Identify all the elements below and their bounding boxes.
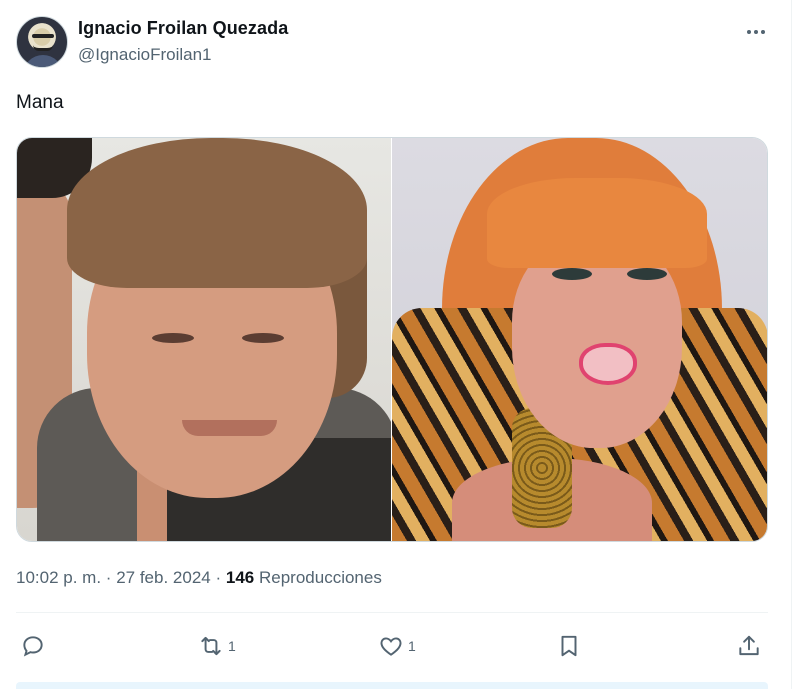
more-icon xyxy=(747,30,765,34)
divider xyxy=(16,612,768,613)
photo-shape xyxy=(627,268,667,280)
retweet-button[interactable]: 1 xyxy=(198,626,236,666)
avatar-mask-eyes xyxy=(32,34,54,38)
photo-shape xyxy=(487,178,707,268)
bookmark-button[interactable] xyxy=(556,626,586,666)
tweet-media xyxy=(16,137,768,542)
media-image-right[interactable] xyxy=(392,138,767,541)
media-image-left[interactable] xyxy=(17,138,391,541)
retweet-icon xyxy=(201,636,221,656)
photo-shape xyxy=(579,343,637,385)
reply-button[interactable] xyxy=(20,626,50,666)
photo-shape xyxy=(182,420,277,436)
tweet-date[interactable]: 27 feb. 2024 xyxy=(116,568,211,587)
retweet-count: 1 xyxy=(228,638,236,654)
photo-shape xyxy=(242,333,284,343)
action-bar: 1 1 xyxy=(16,626,776,666)
views-label: Reproducciones xyxy=(258,568,382,587)
meta-separator: · xyxy=(105,568,112,587)
more-options-button[interactable] xyxy=(740,16,772,48)
tweet-header: Ignacio Froilan Quezada @IgnacioFroilan1 xyxy=(16,14,776,70)
meta-separator: · xyxy=(215,568,222,587)
share-button[interactable] xyxy=(736,626,762,666)
heart-icon xyxy=(380,637,402,656)
tweet-meta: 10:02 p. m. · 27 feb. 2024 · 146 Reprodu… xyxy=(16,568,382,588)
author-handle[interactable]: @IgnacioFroilan1 xyxy=(78,45,212,65)
reply-icon xyxy=(23,636,43,657)
photo-shape xyxy=(552,268,592,280)
share-icon xyxy=(739,635,759,656)
avatar-body xyxy=(23,55,63,67)
avatar[interactable] xyxy=(16,16,68,68)
photo-shape xyxy=(152,333,194,343)
avatar-mask-moustache xyxy=(33,45,53,51)
author-name[interactable]: Ignacio Froilan Quezada xyxy=(78,18,288,39)
tweet-time[interactable]: 10:02 p. m. xyxy=(16,568,101,587)
reply-composer-strip xyxy=(16,682,768,689)
tweet-text: Mana xyxy=(16,92,64,113)
like-count: 1 xyxy=(408,638,416,654)
photo-shape xyxy=(67,138,367,288)
bookmark-icon xyxy=(561,635,577,657)
like-button[interactable]: 1 xyxy=(378,626,416,666)
column-border xyxy=(791,0,792,689)
views-count: 146 xyxy=(225,568,255,587)
